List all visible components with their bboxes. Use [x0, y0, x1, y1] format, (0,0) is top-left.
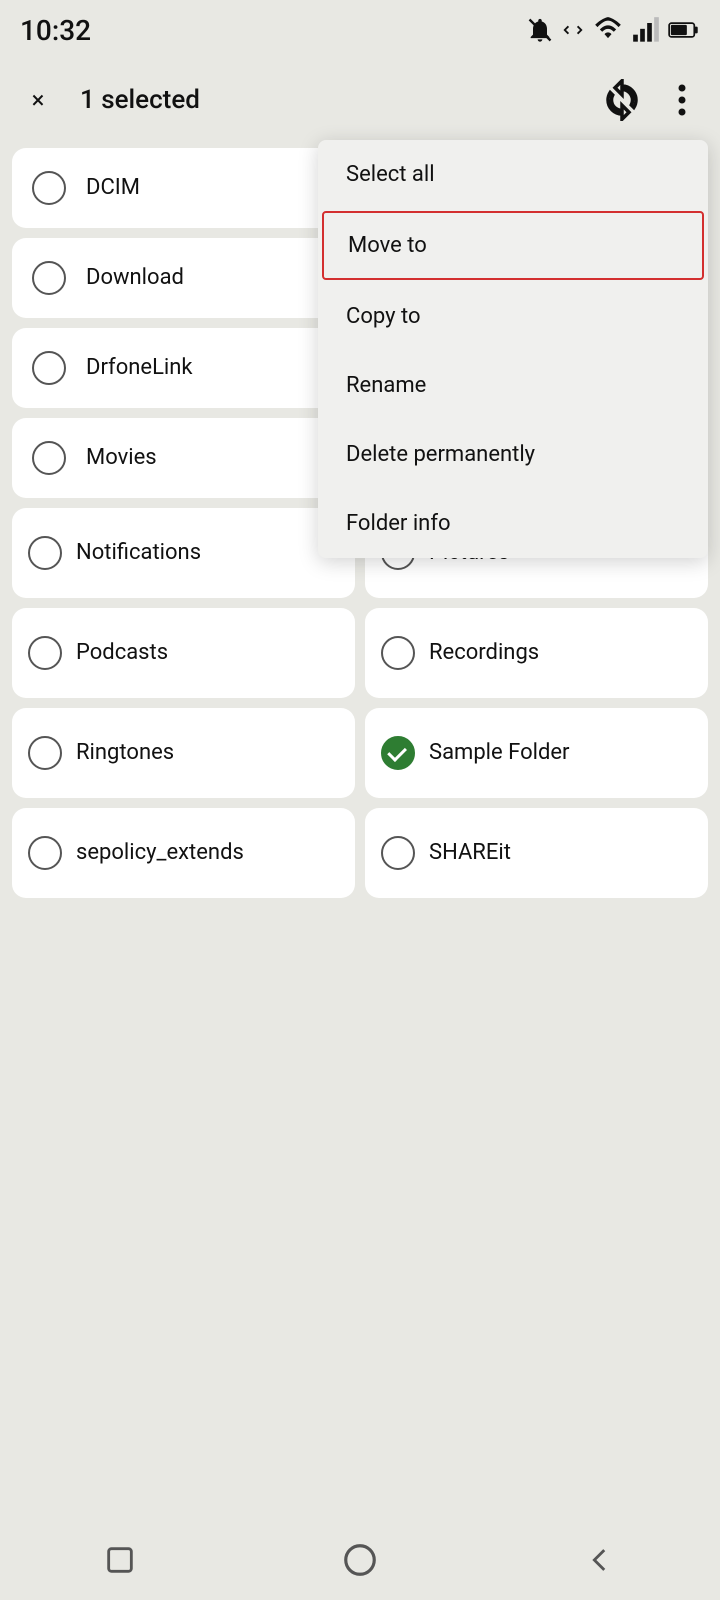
- back-icon: [583, 1543, 617, 1577]
- folder-label-ringtones: Ringtones: [76, 739, 174, 768]
- nav-home-button[interactable]: [330, 1530, 390, 1590]
- radio-sepolicy[interactable]: [28, 836, 62, 870]
- navigation-bar: [0, 1520, 720, 1600]
- list-item[interactable]: SHAREit: [365, 808, 708, 898]
- status-bar: 10:32: [0, 0, 720, 60]
- mute-icon: [526, 16, 554, 44]
- list-item[interactable]: Notifications: [12, 508, 355, 598]
- folder-label-sample-folder: Sample Folder: [429, 739, 570, 768]
- folder-label-shareit: SHAREit: [429, 839, 511, 868]
- signal-icon: [632, 16, 660, 44]
- list-item[interactable]: Podcasts: [12, 608, 355, 698]
- circle-icon: [341, 1541, 379, 1579]
- menu-item-delete-permanently[interactable]: Delete permanently: [318, 420, 708, 489]
- sync-icon: [601, 79, 643, 121]
- wifi-icon: [592, 16, 624, 44]
- menu-item-move-to[interactable]: Move to: [322, 211, 704, 280]
- more-vert-icon: [678, 82, 686, 118]
- folder-label-notifications: Notifications: [76, 539, 201, 568]
- app-bar: × 1 selected: [0, 60, 720, 140]
- menu-item-folder-info[interactable]: Folder info: [318, 489, 708, 558]
- menu-item-select-all[interactable]: Select all: [318, 140, 708, 209]
- folder-label-podcasts: Podcasts: [76, 639, 168, 668]
- nav-recents-button[interactable]: [90, 1530, 150, 1590]
- nav-back-button[interactable]: [570, 1530, 630, 1590]
- folder-label-recordings: Recordings: [429, 639, 539, 668]
- radio-ringtones[interactable]: [28, 736, 62, 770]
- radio-sample-folder[interactable]: [381, 736, 415, 770]
- list-item[interactable]: Ringtones: [12, 708, 355, 798]
- context-menu: Select all Move to Copy to Rename Delete…: [318, 140, 708, 558]
- status-time: 10:32: [20, 14, 91, 47]
- list-item[interactable]: sepolicy_extends: [12, 808, 355, 898]
- close-button[interactable]: ×: [16, 78, 60, 122]
- menu-item-rename[interactable]: Rename: [318, 351, 708, 420]
- radio-notifications[interactable]: [28, 536, 62, 570]
- folder-label-movies: Movies: [86, 444, 157, 473]
- radio-shareit[interactable]: [381, 836, 415, 870]
- radio-download[interactable]: [32, 261, 66, 295]
- more-options-button[interactable]: [660, 78, 704, 122]
- selection-title: 1 selected: [80, 85, 580, 115]
- radio-movies[interactable]: [32, 441, 66, 475]
- folder-label-drfonelink: DrfoneLink: [86, 354, 193, 383]
- status-icons: [526, 16, 700, 44]
- radio-recordings[interactable]: [381, 636, 415, 670]
- folder-label-sepolicy: sepolicy_extends: [76, 839, 244, 868]
- battery-icon: [668, 16, 700, 44]
- radio-drfonelink[interactable]: [32, 351, 66, 385]
- list-item[interactable]: Recordings: [365, 608, 708, 698]
- data-icon: [562, 16, 584, 44]
- list-item[interactable]: Sample Folder: [365, 708, 708, 798]
- radio-podcasts[interactable]: [28, 636, 62, 670]
- folder-label-download: Download: [86, 264, 184, 293]
- square-icon: [103, 1543, 137, 1577]
- sync-button[interactable]: [600, 78, 644, 122]
- app-bar-actions: [600, 78, 704, 122]
- radio-dcim[interactable]: [32, 171, 66, 205]
- folder-label-dcim: DCIM: [86, 174, 140, 203]
- menu-item-copy-to[interactable]: Copy to: [318, 282, 708, 351]
